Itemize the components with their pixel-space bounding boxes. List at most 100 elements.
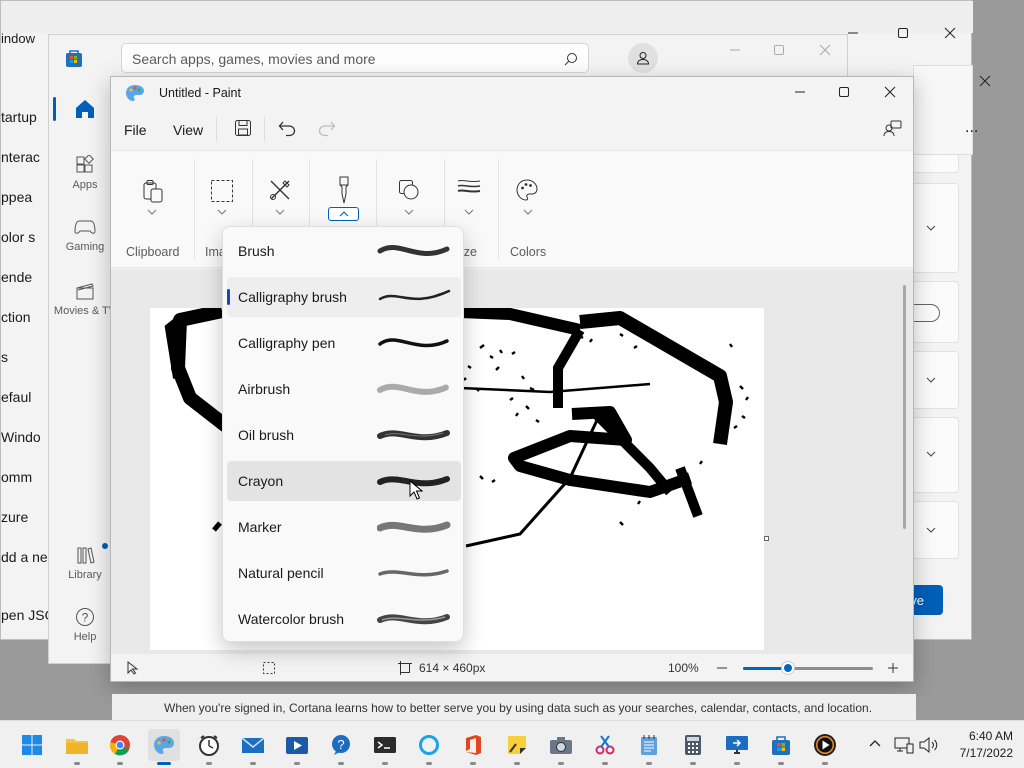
zoom-slider[interactable] — [743, 662, 873, 674]
minimize-button[interactable] — [721, 36, 749, 64]
close-button[interactable] — [811, 36, 839, 64]
chevron-down-icon[interactable] — [464, 209, 474, 215]
running-indicator — [646, 762, 652, 765]
menu-view[interactable]: View — [173, 122, 203, 138]
clock-time[interactable]: 6:40 AM — [955, 729, 1013, 743]
brush-option-watercolor-brush[interactable]: Watercolor brush — [227, 599, 461, 639]
paint-logo-icon — [125, 84, 145, 102]
running-indicator — [250, 762, 256, 765]
brush-option-crayon[interactable]: Crayon — [227, 461, 461, 501]
terminal-icon — [374, 737, 396, 753]
close-button[interactable] — [936, 19, 964, 47]
zoom-level[interactable]: 100% — [668, 661, 699, 675]
store-logo-icon — [63, 47, 85, 69]
chevron-up-icon[interactable] — [869, 739, 881, 749]
start-button[interactable] — [16, 729, 48, 761]
zoom-slider-thumb[interactable] — [781, 662, 794, 674]
taskbar: ? 6:40 AM 7/17/2022 — [0, 720, 1024, 768]
taskbar-app[interactable] — [457, 729, 489, 765]
chevron-down-icon[interactable] — [275, 209, 285, 215]
brush-option-oil-brush[interactable]: Oil brush — [227, 415, 461, 455]
size-icon[interactable] — [457, 179, 481, 197]
brush-option-airbrush[interactable]: Airbrush — [227, 369, 461, 409]
chevron-up-icon — [339, 211, 349, 217]
shapes-icon[interactable] — [398, 179, 420, 201]
home-icon — [76, 100, 94, 118]
running-indicator — [157, 762, 171, 765]
brush-icon[interactable] — [335, 176, 353, 204]
running-indicator — [558, 762, 564, 765]
chevron-down-icon[interactable] — [147, 209, 157, 215]
brush-label: Oil brush — [238, 427, 295, 443]
taskbar-app[interactable] — [545, 729, 577, 765]
brush-option-marker[interactable]: Marker — [227, 507, 461, 547]
search-input[interactable]: Search apps, games, movies and more — [132, 51, 376, 67]
chevron-down-icon[interactable] — [217, 209, 227, 215]
taskbar-app[interactable] — [721, 729, 753, 765]
running-indicator — [338, 762, 344, 765]
save-icon[interactable] — [234, 119, 252, 137]
file-explorer-icon — [66, 739, 88, 754]
taskbar-app[interactable] — [237, 729, 269, 765]
taskbar-app[interactable] — [413, 729, 445, 765]
brush-option-calligraphy-brush[interactable]: Calligraphy brush — [227, 277, 461, 317]
chevron-down-icon[interactable] — [523, 209, 533, 215]
dialog-close-icon[interactable] — [971, 67, 999, 95]
volume-icon[interactable] — [918, 736, 940, 754]
taskbar-app[interactable]: ? — [325, 729, 357, 765]
undo-icon[interactable] — [278, 119, 296, 137]
taskbar-app[interactable] — [677, 729, 709, 765]
account-icon[interactable] — [883, 119, 903, 137]
network-icon[interactable] — [894, 736, 914, 754]
redo-icon[interactable] — [318, 119, 336, 137]
search-box[interactable]: Search apps, games, movies and more — [121, 43, 589, 73]
brush-preview-icon — [377, 383, 450, 395]
clock-date[interactable]: 7/17/2022 — [951, 746, 1013, 760]
brush-label: Brush — [238, 243, 275, 259]
tools-icon[interactable] — [268, 178, 292, 202]
minimize-button[interactable] — [786, 78, 814, 106]
running-indicator — [206, 762, 212, 765]
close-button[interactable] — [876, 78, 904, 106]
chevron-down-icon[interactable] — [404, 209, 414, 215]
maximize-button[interactable] — [830, 78, 858, 106]
brush-label: Crayon — [238, 473, 284, 489]
zoom-out-icon[interactable] — [716, 663, 728, 673]
clock-icon — [199, 735, 219, 756]
menu-file[interactable]: File — [124, 122, 147, 138]
vertical-scrollbar[interactable] — [903, 285, 906, 529]
taskbar-app[interactable] — [809, 729, 841, 765]
brushes-dropdown-button[interactable] — [328, 207, 359, 221]
taskbar-app[interactable] — [61, 729, 93, 765]
taskbar-app[interactable] — [193, 729, 225, 765]
more-options-icon[interactable]: ... — [965, 119, 978, 137]
taskbar-app[interactable] — [633, 729, 665, 765]
taskbar-app[interactable] — [589, 729, 621, 765]
search-icon[interactable] — [564, 52, 578, 66]
taskbar-app[interactable] — [765, 729, 797, 765]
brush-option-natural-pencil[interactable]: Natural pencil — [227, 553, 461, 593]
resize-handle[interactable] — [764, 536, 769, 541]
window-title: Untitled - Paint — [159, 86, 241, 100]
snipping-tool-icon — [595, 735, 615, 755]
status-bar: 614 × 460px 100% — [111, 654, 913, 681]
brush-option-brush[interactable]: Brush — [227, 231, 461, 271]
taskbar-app[interactable] — [281, 729, 313, 765]
zoom-in-icon[interactable] — [887, 662, 899, 674]
cortana-info-text: When you're signed in, Cortana learns ho… — [164, 701, 873, 715]
palette-icon[interactable] — [515, 178, 539, 202]
brush-preview-icon — [378, 289, 451, 301]
clipboard-icon[interactable] — [142, 179, 164, 203]
taskbar-app[interactable] — [148, 729, 180, 765]
maximize-button[interactable] — [889, 19, 917, 47]
avatar[interactable] — [628, 43, 658, 73]
library-icon — [77, 547, 95, 564]
brush-option-calligraphy-pen[interactable]: Calligraphy pen — [227, 323, 461, 363]
taskbar-app[interactable] — [104, 729, 136, 765]
group-label: Colors — [510, 245, 547, 259]
maximize-button[interactable] — [765, 36, 793, 64]
taskbar-app[interactable] — [501, 729, 533, 765]
selection-icon[interactable] — [210, 179, 234, 203]
pointer-icon — [127, 661, 139, 675]
taskbar-app[interactable] — [369, 729, 401, 765]
